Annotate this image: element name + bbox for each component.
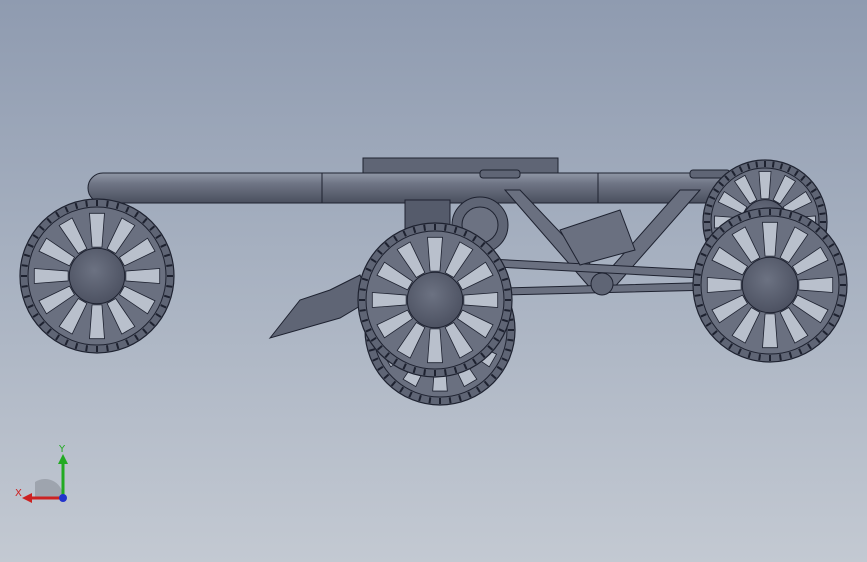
triad-plane-icon — [35, 478, 64, 498]
wheel-front-right[interactable] — [692, 207, 848, 363]
triad-y-label: Y — [58, 444, 66, 455]
triad-y-arrow-icon — [58, 454, 68, 464]
truss-pivot[interactable] — [590, 272, 614, 296]
wheel-rear-left[interactable] — [19, 198, 175, 354]
triad-x-arrow-icon — [22, 493, 32, 503]
coordinate-triad: X Y — [15, 444, 68, 503]
front-probe[interactable] — [268, 274, 371, 339]
rover-model[interactable] — [0, 0, 867, 562]
top-plate[interactable] — [362, 157, 559, 175]
wheel-mid-front[interactable] — [357, 222, 513, 378]
graphics-viewport[interactable]: X Y — [0, 0, 867, 562]
main-frame-tube[interactable] — [87, 169, 809, 204]
triad-z-axis — [59, 494, 67, 502]
triad-x-label: X — [15, 488, 22, 499]
